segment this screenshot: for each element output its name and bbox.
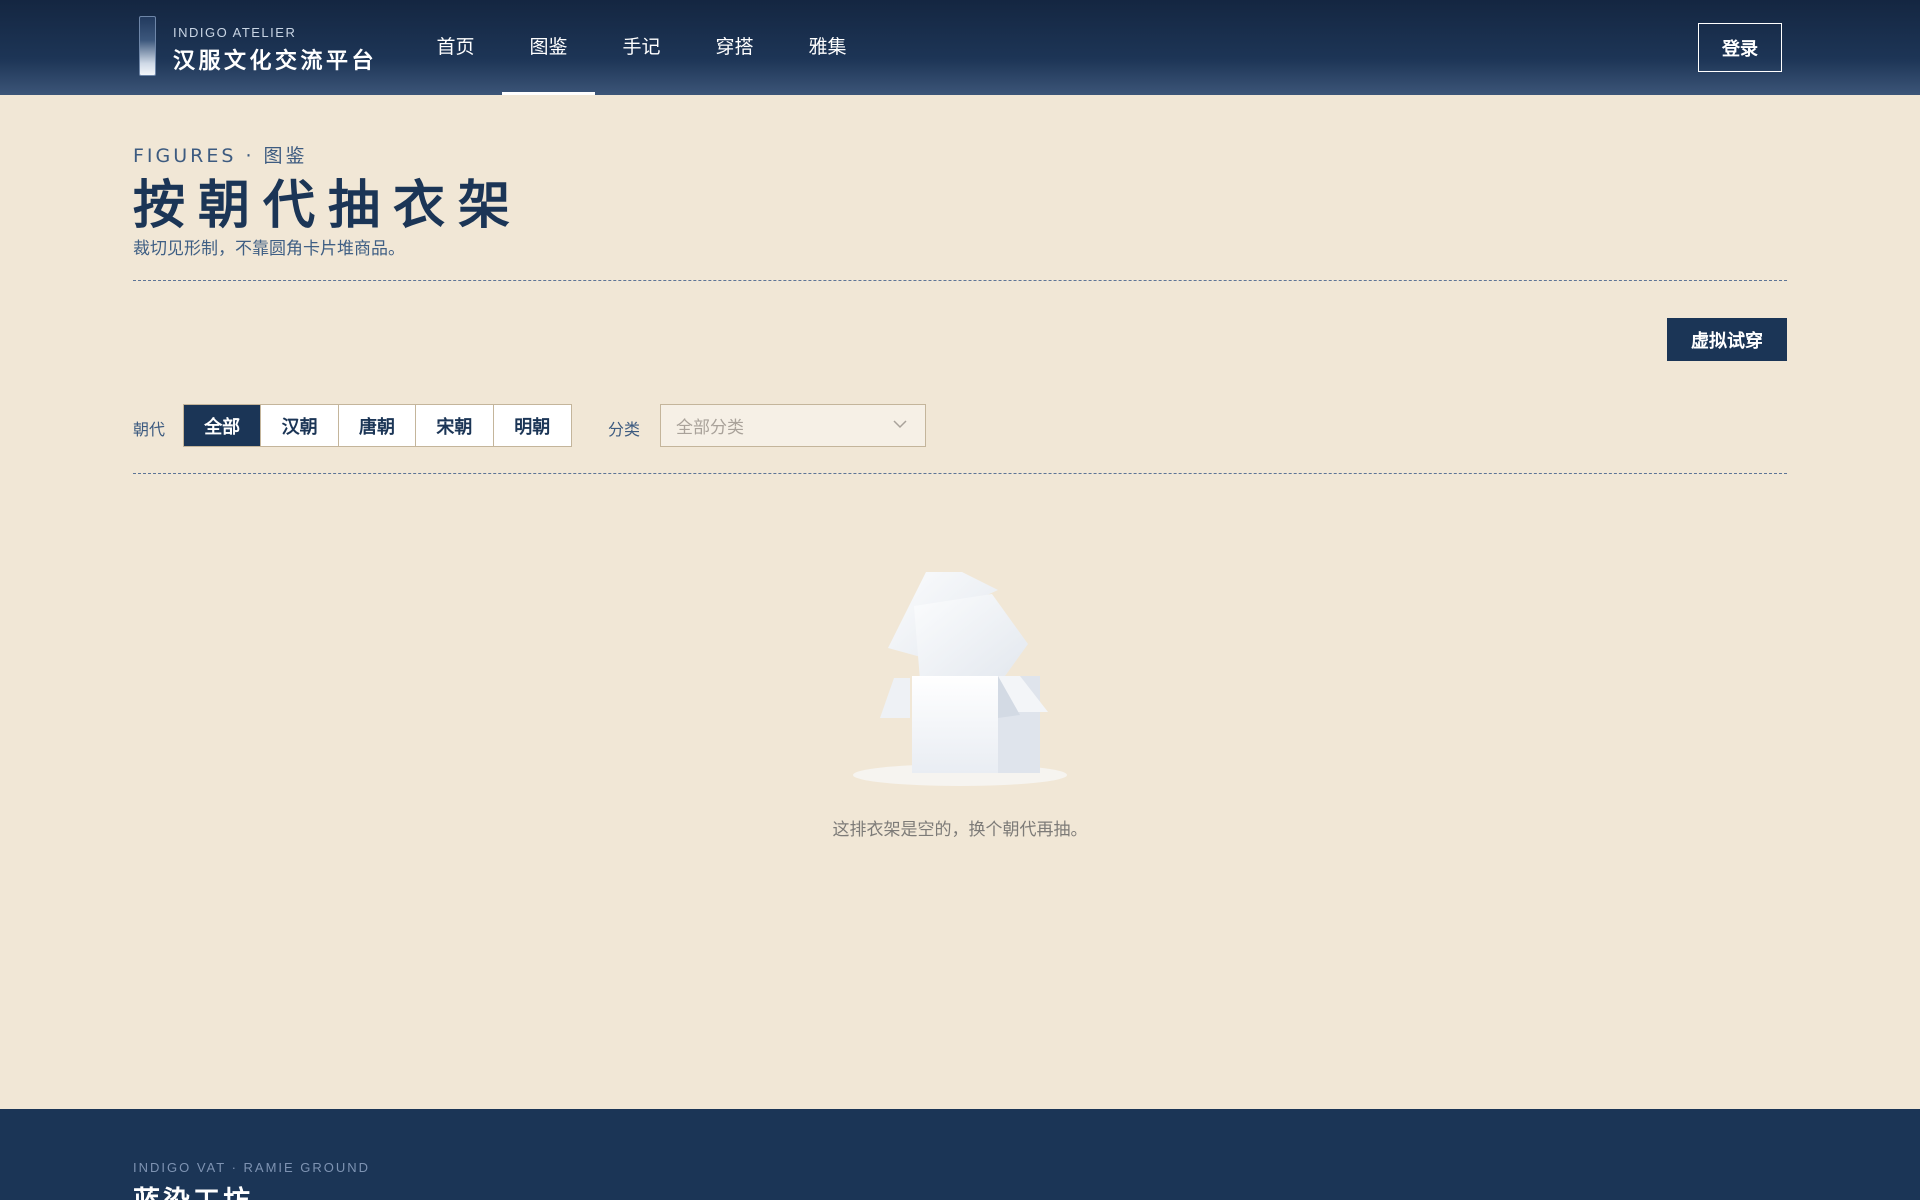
divider-filters xyxy=(133,473,1787,474)
nav-item-figures[interactable]: 图鉴 xyxy=(502,0,595,95)
dynasty-option-song[interactable]: 宋朝 xyxy=(416,405,494,446)
dynasty-option-all[interactable]: 全部 xyxy=(184,405,262,446)
dynasty-option-ming[interactable]: 明朝 xyxy=(494,405,571,446)
page-title: 按朝代抽衣架 xyxy=(133,175,524,236)
nav-item-notes[interactable]: 手记 xyxy=(595,0,688,93)
logo-english-name: INDIGO ATELIER xyxy=(173,25,297,40)
dynasty-option-tang[interactable]: 唐朝 xyxy=(339,405,417,446)
site-footer: INDIGO VAT · RAMIE GROUND 蓝染工坊 xyxy=(0,1109,1920,1200)
dynasty-option-han[interactable]: 汉朝 xyxy=(261,405,339,446)
dynasty-filter-label: 朝代 xyxy=(133,420,166,439)
logo-chinese-name: 汉服文化交流平台 xyxy=(173,49,378,74)
main-nav: 首页 图鉴 手记 穿搭 雅集 xyxy=(409,0,874,95)
nav-item-outfits[interactable]: 穿搭 xyxy=(688,0,781,93)
category-filter-label: 分类 xyxy=(608,420,641,439)
dynasty-segmented-control: 全部 汉朝 唐朝 宋朝 明朝 xyxy=(183,404,572,447)
empty-box-icon xyxy=(853,572,1067,786)
top-navigation-bar: INDIGO ATELIER 汉服文化交流平台 首页 图鉴 手记 穿搭 雅集 登… xyxy=(0,0,1920,95)
chevron-down-icon xyxy=(893,420,907,429)
login-button[interactable]: 登录 xyxy=(1698,23,1782,72)
category-select-value: 全部分类 xyxy=(676,418,744,438)
footer-eyebrow: INDIGO VAT · RAMIE GROUND xyxy=(133,1160,371,1175)
page-subtitle: 裁切见形制，不靠圆角卡片堆商品。 xyxy=(133,239,405,259)
category-select[interactable]: 全部分类 xyxy=(660,404,926,447)
nav-item-gatherings[interactable]: 雅集 xyxy=(781,0,874,93)
empty-state-message: 这排衣架是空的，换个朝代再抽。 xyxy=(832,820,1088,840)
footer-title: 蓝染工坊 xyxy=(133,1179,253,1200)
nav-item-home[interactable]: 首页 xyxy=(409,0,502,93)
virtual-tryon-button[interactable]: 虚拟试穿 xyxy=(1667,318,1787,361)
divider-top xyxy=(133,280,1787,281)
indigo-bar-logo-icon xyxy=(139,16,156,76)
page-root: INDIGO ATELIER 汉服文化交流平台 首页 图鉴 手记 穿搭 雅集 登… xyxy=(0,0,1920,1200)
